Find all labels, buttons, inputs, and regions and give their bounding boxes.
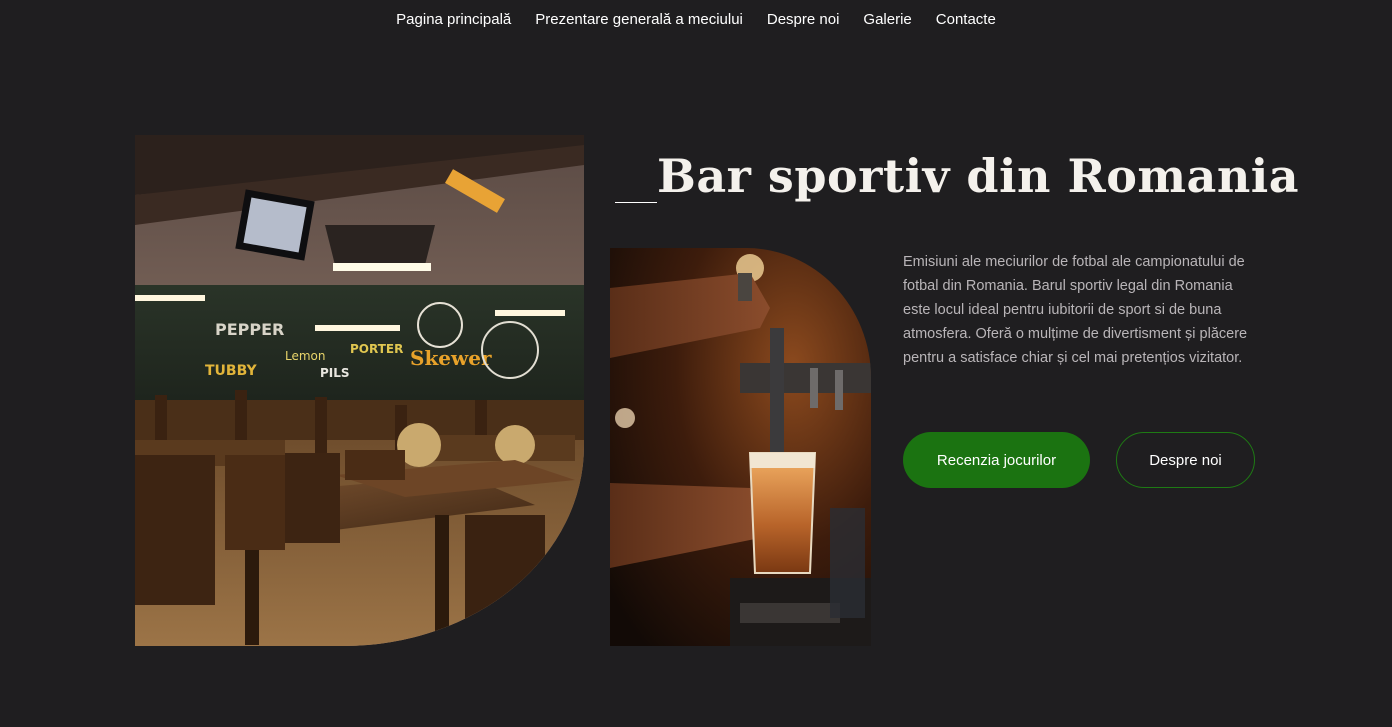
page: Pagina principală Prezentare generală a …	[0, 0, 1392, 727]
beer-pour-illustration	[610, 248, 871, 646]
nav-link-contacts[interactable]: Contacte	[924, 0, 1008, 40]
svg-text:Skewer: Skewer	[410, 346, 492, 370]
svg-text:PILS: PILS	[320, 366, 350, 380]
main-nav: Pagina principală Prezentare generală a …	[0, 0, 1392, 40]
hero-description: Emisiuni ale meciurilor de fotbal ale ca…	[903, 254, 1248, 366]
bar-interior-image: PEPPER TUBBY Lemon PILS PORTER Skewer	[135, 135, 584, 646]
svg-text:TUBBY: TUBBY	[205, 363, 257, 379]
about-us-button[interactable]: Despre noi	[1116, 432, 1255, 488]
beer-pour-image	[610, 248, 871, 646]
svg-text:Lemon: Lemon	[285, 349, 326, 363]
nav-link-gallery[interactable]: Galerie	[851, 0, 923, 40]
nav-link-about[interactable]: Despre noi	[755, 0, 852, 40]
nav-link-match-overview[interactable]: Prezentare generală a meciului	[523, 0, 755, 40]
game-reviews-button[interactable]: Recenzia jocurilor	[903, 432, 1090, 488]
page-title: Bar sportiv din Romania	[657, 149, 1300, 203]
bar-interior-illustration: PEPPER TUBBY Lemon PILS PORTER Skewer	[135, 135, 584, 646]
nav-link-home[interactable]: Pagina principală	[384, 0, 523, 40]
svg-text:PORTER: PORTER	[350, 342, 403, 356]
svg-text:PEPPER: PEPPER	[215, 320, 284, 339]
title-decoration-line	[615, 202, 657, 203]
